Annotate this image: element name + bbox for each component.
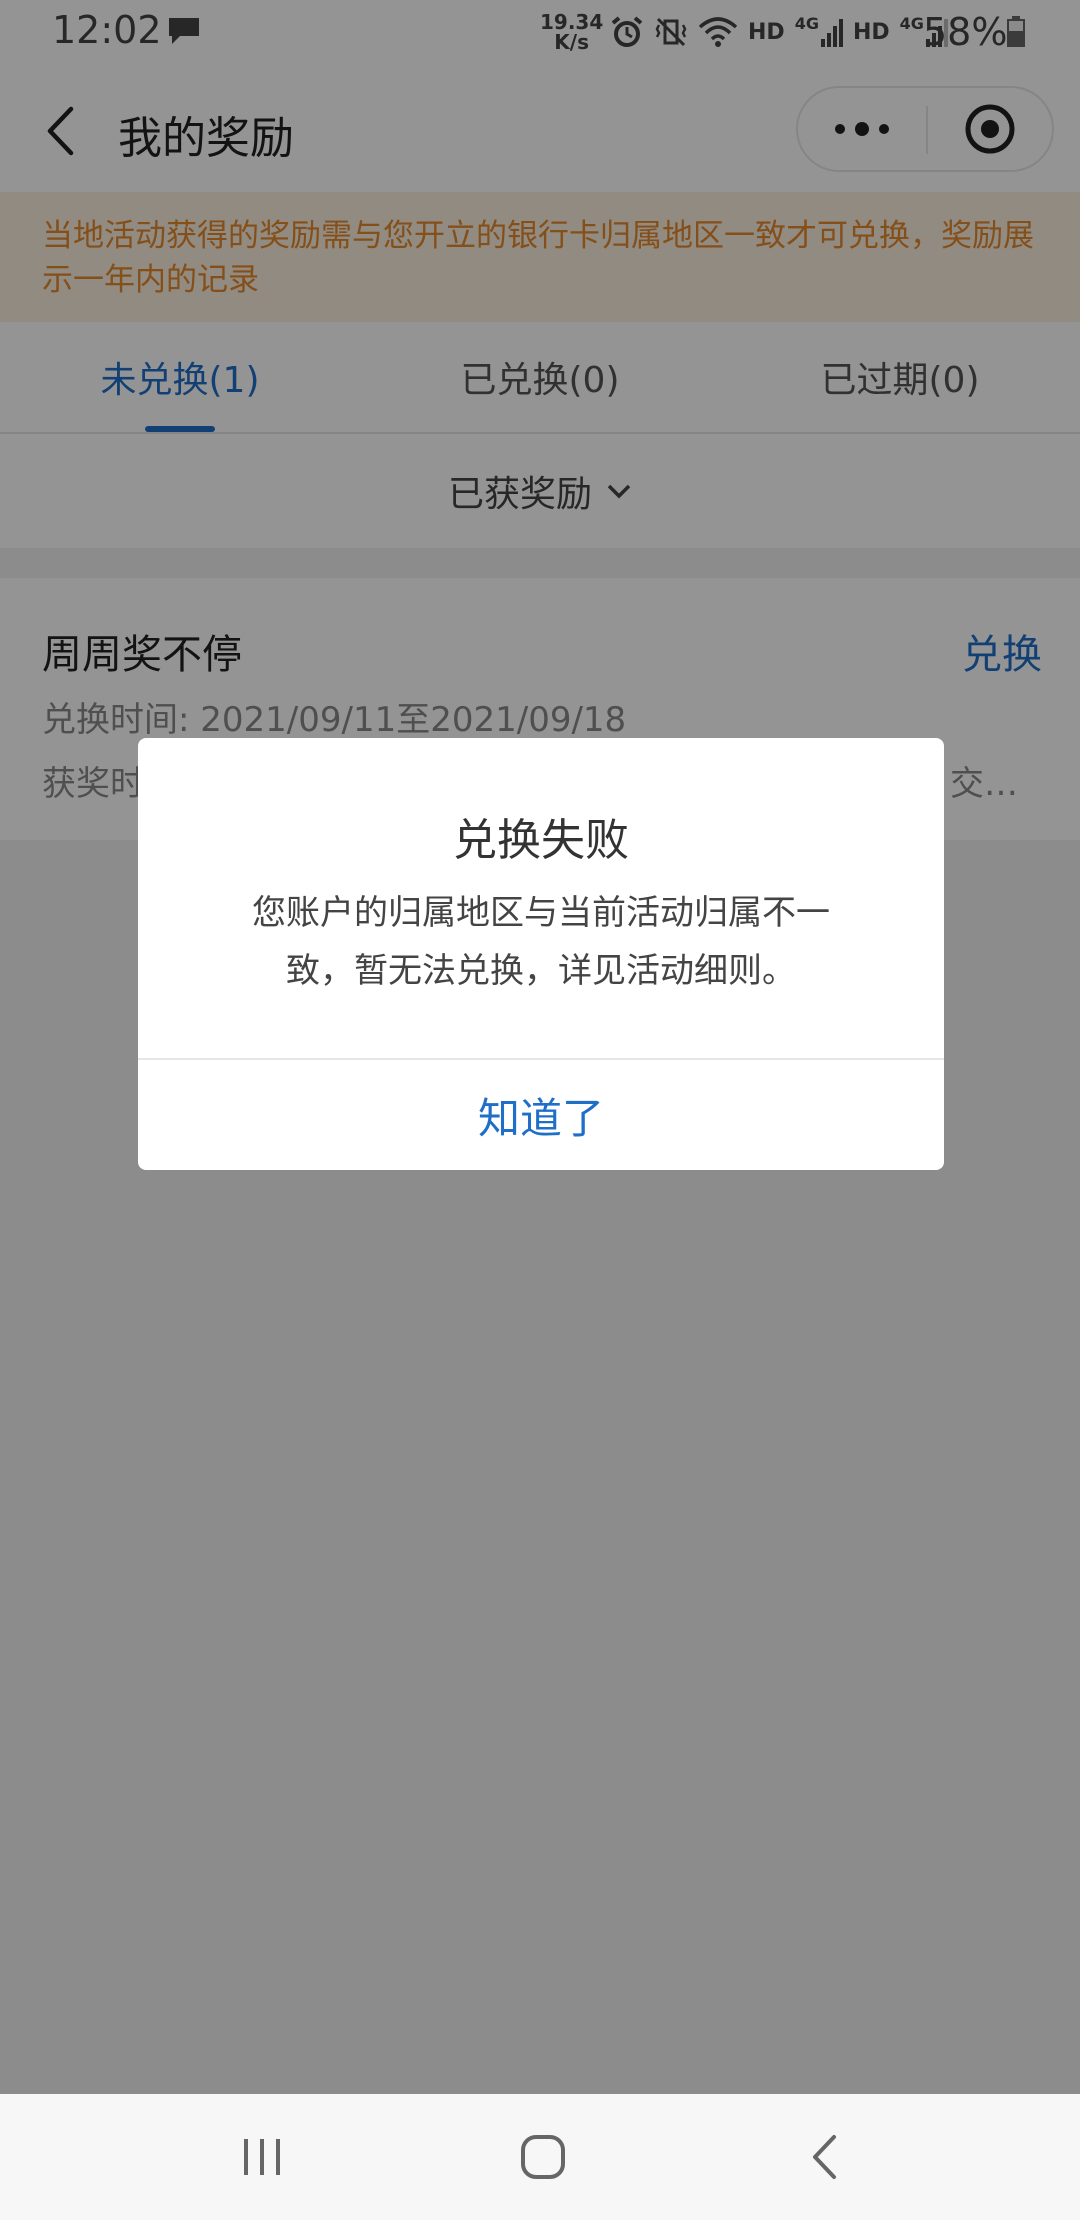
dialog-message-line-2: 致，暂无法兑换，详见活动细则。 <box>286 951 796 991</box>
dialog-message: 您账户的归属地区与当前活动归属不一 致，暂无法兑换，详见活动细则。 <box>208 884 874 1000</box>
dialog-title: 兑换失败 <box>453 815 629 866</box>
dialog-message-line-1: 您账户的归属地区与当前活动归属不一 <box>252 893 830 933</box>
home-icon <box>521 2135 565 2179</box>
recent-apps-button[interactable] <box>207 2122 317 2192</box>
back-arrow-icon <box>813 2135 836 2179</box>
recents-icon <box>244 2139 280 2175</box>
home-button[interactable] <box>488 2122 598 2192</box>
system-back-button[interactable] <box>770 2122 880 2192</box>
dialog-confirm-button[interactable]: 知道了 <box>138 1060 944 1170</box>
system-nav-bar <box>0 2094 1080 2220</box>
error-dialog: 兑换失败 您账户的归属地区与当前活动归属不一 致，暂无法兑换，详见活动细则。 知… <box>138 738 944 1170</box>
